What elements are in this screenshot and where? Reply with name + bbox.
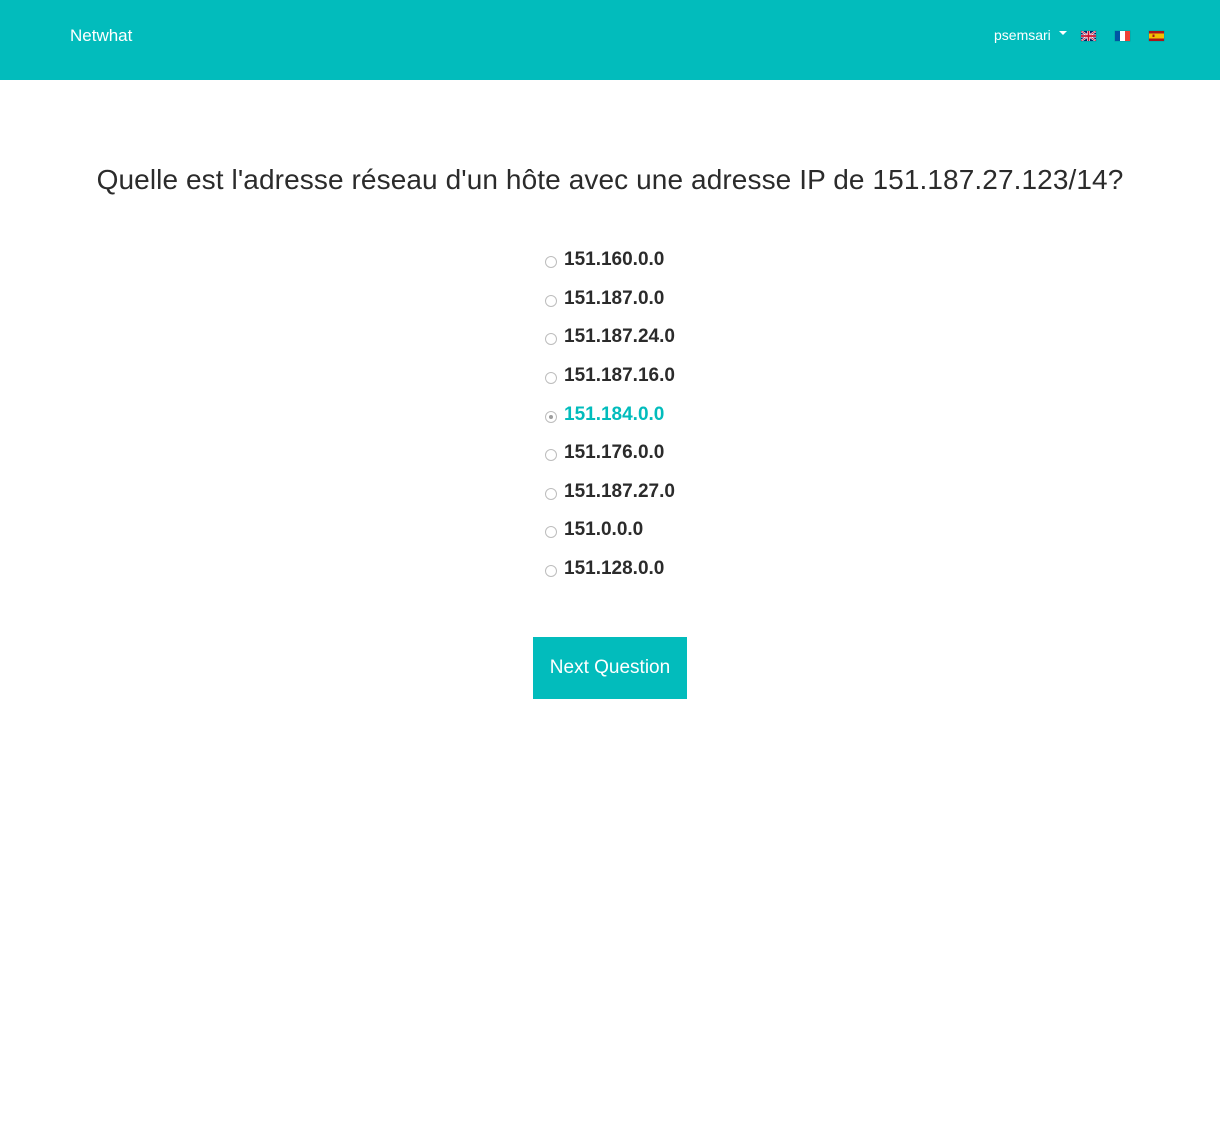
radio-button[interactable] (545, 449, 557, 462)
answer-option[interactable]: 151.187.0.0 (545, 280, 675, 319)
top-navbar: Netwhat psemsari (0, 0, 1220, 80)
answer-option[interactable]: 151.187.16.0 (545, 357, 675, 396)
radio-button[interactable] (545, 256, 557, 269)
user-dropdown[interactable]: psemsari (994, 27, 1067, 43)
radio-button[interactable] (545, 294, 557, 307)
answer-option-label: 151.160.0.0 (564, 249, 665, 271)
answer-option-label: 151.187.16.0 (564, 365, 675, 387)
question-text: Quelle est l'adresse réseau d'un hôte av… (96, 164, 1124, 195)
username-label: psemsari (994, 27, 1051, 43)
radio-button[interactable] (545, 372, 557, 385)
answer-option[interactable]: 151.184.0.0 (545, 395, 675, 434)
answer-option[interactable]: 151.187.24.0 (545, 318, 675, 357)
answer-option[interactable]: 151.187.27.0 (545, 473, 675, 512)
answer-option-label: 151.176.0.0 (564, 442, 665, 464)
spain-flag-icon[interactable] (1149, 31, 1164, 41)
radio-button[interactable] (545, 487, 557, 500)
radio-button[interactable] (545, 565, 557, 578)
france-flag-icon[interactable] (1115, 31, 1130, 41)
answer-option[interactable]: 151.160.0.0 (545, 241, 675, 280)
answer-option-label: 151.184.0.0 (564, 403, 665, 425)
radio-button[interactable] (545, 410, 557, 423)
answer-option-label: 151.187.0.0 (564, 287, 665, 309)
answer-option-label: 151.187.24.0 (564, 326, 675, 348)
radio-button[interactable] (545, 526, 557, 539)
caret-down-icon (1058, 31, 1067, 35)
radio-button[interactable] (545, 333, 557, 346)
answer-option-label: 151.0.0.0 (564, 519, 644, 541)
answer-option-label: 151.187.27.0 (564, 480, 675, 502)
answer-option[interactable]: 151.128.0.0 (545, 550, 675, 589)
answer-option[interactable]: 151.0.0.0 (545, 511, 675, 550)
next-question-button[interactable]: Next Question (533, 637, 687, 699)
uk-flag-icon[interactable] (1081, 31, 1096, 41)
answer-option-label: 151.128.0.0 (564, 558, 665, 580)
answer-options: 151.160.0.0 151.187.0.0 151.187.24.0 151.18… (545, 241, 675, 588)
answer-option[interactable]: 151.176.0.0 (545, 434, 675, 473)
brand-link[interactable]: Netwhat (70, 26, 132, 46)
